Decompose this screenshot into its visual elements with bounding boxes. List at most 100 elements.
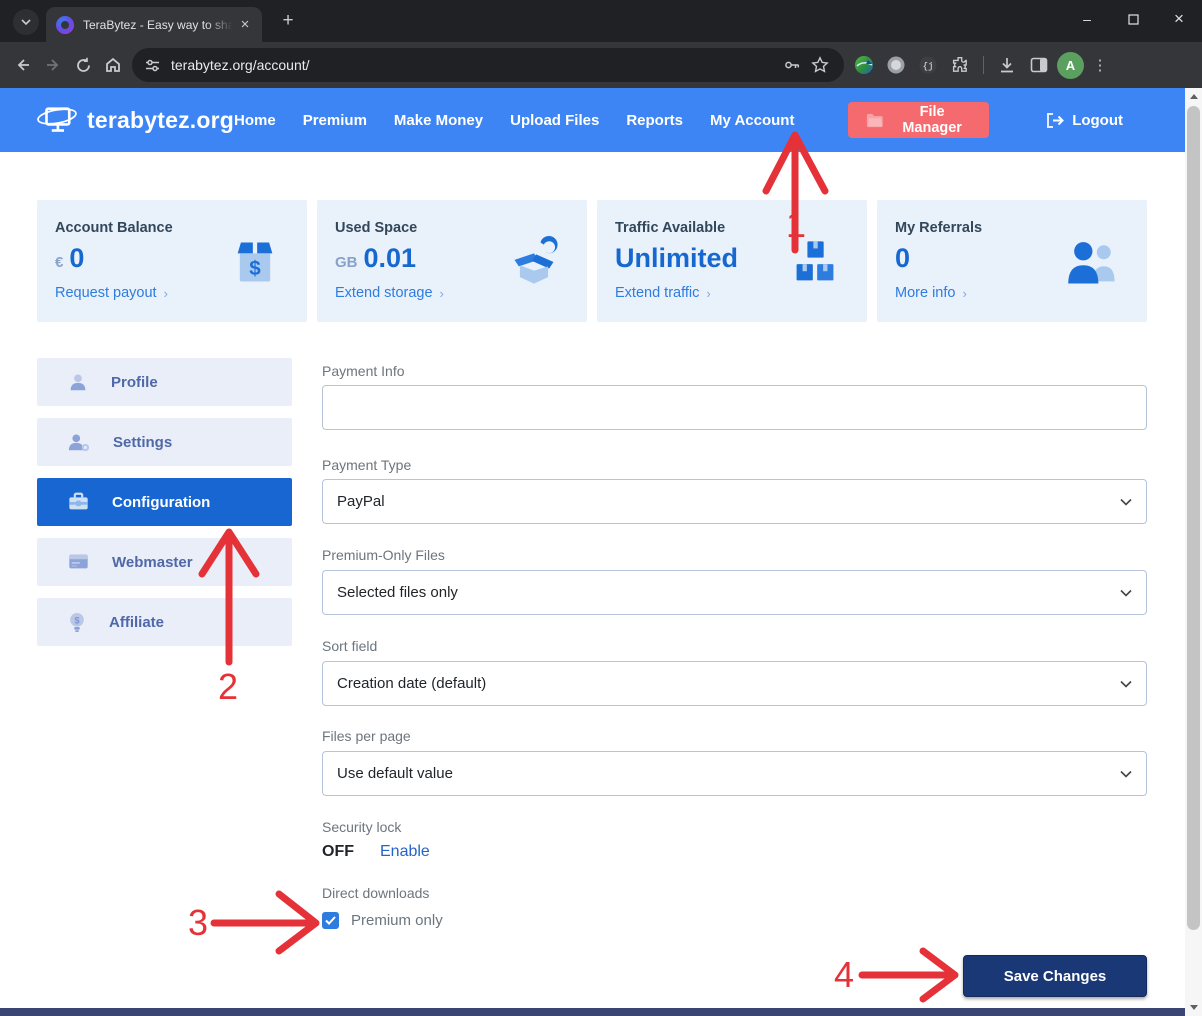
sidebar-item-webmaster[interactable]: Webmaster [37, 538, 292, 586]
close-window-button[interactable]: × [1156, 0, 1202, 38]
premium-only-row: Premium only [322, 912, 443, 929]
users-icon [1065, 236, 1121, 293]
tab-search-button[interactable] [13, 9, 39, 35]
site-header: terabytez.org Home Premium Make Money Up… [0, 88, 1185, 152]
card-title: Traffic Available [615, 220, 847, 236]
terabytez-logo-icon [36, 103, 78, 137]
idm-extension-icon[interactable] [850, 51, 878, 79]
check-icon [325, 916, 336, 925]
save-changes-button[interactable]: Save Changes [963, 955, 1147, 997]
chevron-right-icon: › [164, 286, 168, 301]
premium-only-checkbox[interactable] [322, 912, 339, 929]
page-scrollbar[interactable] [1185, 88, 1202, 1016]
enable-link[interactable]: Enable [380, 843, 430, 861]
url-text[interactable]: terabytez.org/account/ [171, 57, 778, 73]
direct-downloads-label: Direct downloads [322, 885, 429, 901]
premium-only-files-select[interactable]: Selected files only [322, 570, 1147, 615]
site-logo[interactable]: terabytez.org [36, 103, 234, 137]
files-per-page-select[interactable]: Use default value [322, 751, 1147, 796]
nav-reports[interactable]: Reports [626, 112, 683, 129]
minimize-button[interactable]: – [1064, 0, 1110, 38]
toolbar-divider [983, 56, 984, 74]
scroll-down-button[interactable] [1185, 999, 1202, 1016]
triangle-down-icon [1190, 1005, 1198, 1010]
sidebar-item-configuration[interactable]: Configuration [37, 478, 292, 526]
extensions-puzzle-icon[interactable] [946, 51, 974, 79]
nav-upload-files[interactable]: Upload Files [510, 112, 599, 129]
maximize-icon [1128, 14, 1139, 25]
sidebar-item-profile[interactable]: Profile [37, 358, 292, 406]
security-lock-status: OFF [322, 843, 354, 861]
profile-avatar[interactable]: A [1057, 52, 1084, 79]
logout-label: Logout [1072, 112, 1123, 129]
premium-only-files-label: Premium-Only Files [322, 547, 445, 563]
downloads-icon[interactable] [993, 51, 1021, 79]
scroll-up-button[interactable] [1185, 88, 1202, 105]
maximize-button[interactable] [1110, 0, 1156, 38]
forward-icon [44, 56, 62, 74]
json-extension-icon[interactable]: {j [914, 51, 942, 79]
tab-close-icon[interactable]: × [236, 16, 254, 34]
sidebar-item-settings[interactable]: Settings [37, 418, 292, 466]
payment-info-label: Payment Info [322, 363, 405, 379]
back-button[interactable] [8, 50, 38, 80]
open-box-icon [507, 236, 561, 293]
brand-text: terabytez.org [87, 107, 234, 134]
payment-type-label: Payment Type [322, 457, 411, 473]
bulb-dollar-icon: $ [67, 611, 87, 634]
configuration-form: Payment Info Payment Type PayPal Premium… [322, 363, 1147, 1009]
browser-window: TeraBytez - Easy way to share y × + – × [0, 0, 1202, 1016]
chevron-down-icon [1120, 498, 1132, 506]
account-sidebar: Profile Settings Configuration Webmaster… [37, 358, 292, 646]
svg-text:$: $ [249, 257, 261, 280]
sidebar-label: Settings [113, 434, 172, 451]
boxes-icon [789, 236, 841, 293]
svg-text:$: $ [74, 615, 79, 625]
card-title: My Referrals [895, 220, 1127, 236]
referrals-value: 0 [895, 245, 910, 272]
sidebar-label: Configuration [112, 494, 210, 511]
side-panel-icon[interactable] [1025, 51, 1053, 79]
home-button[interactable] [98, 50, 128, 80]
chevron-right-icon: › [962, 286, 966, 301]
site-nav: Home Premium Make Money Upload Files Rep… [234, 112, 794, 129]
browser-tab[interactable]: TeraBytez - Easy way to share y × [46, 7, 262, 42]
card-traffic-available: Traffic Available Unlimited Extend traff… [597, 200, 867, 322]
used-space-value: 0.01 [364, 245, 417, 272]
scrollbar-thumb[interactable] [1187, 106, 1200, 930]
sidebar-label: Affiliate [109, 614, 164, 631]
site-settings-icon [144, 57, 161, 74]
nav-make-money[interactable]: Make Money [394, 112, 483, 129]
reload-icon [75, 57, 92, 74]
sort-field-select[interactable]: Creation date (default) [322, 661, 1147, 706]
nav-premium[interactable]: Premium [303, 112, 367, 129]
bookmark-star-icon[interactable] [806, 51, 834, 79]
sidebar-label: Webmaster [112, 554, 193, 571]
payment-type-select[interactable]: PayPal [322, 479, 1147, 524]
address-bar[interactable]: terabytez.org/account/ [132, 48, 844, 82]
reload-button[interactable] [68, 50, 98, 80]
window-controls: – × [1064, 0, 1202, 38]
nav-home[interactable]: Home [234, 112, 276, 129]
security-lock-label: Security lock [322, 819, 401, 835]
file-manager-button[interactable]: File Manager [848, 102, 989, 138]
folder-icon [866, 112, 884, 129]
forward-button[interactable] [38, 50, 68, 80]
toolbox-icon [67, 491, 90, 513]
new-tab-button[interactable]: + [276, 9, 300, 33]
browser-toolbar: terabytez.org/account/ {j [0, 42, 1202, 88]
tab-strip: TeraBytez - Easy way to share y × + – × [0, 0, 1202, 42]
extension-circle-icon[interactable] [882, 51, 910, 79]
sidebar-item-affiliate[interactable]: $ Affiliate [37, 598, 292, 646]
chevron-down-icon [1120, 770, 1132, 778]
password-key-icon[interactable] [778, 51, 806, 79]
currency-prefix: € [55, 254, 63, 271]
home-icon [104, 56, 122, 74]
nav-my-account[interactable]: My Account [710, 112, 794, 129]
logout-button[interactable]: Logout [1045, 112, 1123, 129]
payment-info-input[interactable] [322, 385, 1147, 430]
chevron-down-icon [20, 16, 32, 28]
card-used-space: Used Space GB0.01 Extend storage› [317, 200, 587, 322]
browser-menu-icon[interactable]: ⋮ [1088, 56, 1112, 74]
card-account-balance: Account Balance €0 Request payout› $ [37, 200, 307, 322]
